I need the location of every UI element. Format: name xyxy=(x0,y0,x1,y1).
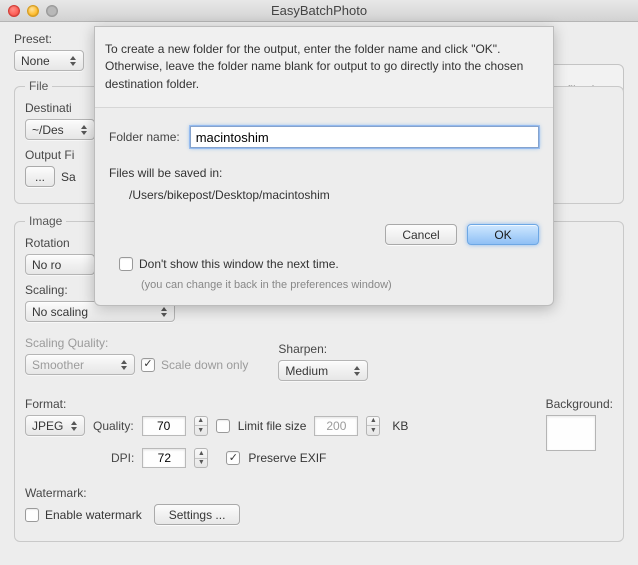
saved-in-path: /Users/bikepost/Desktop/macintoshim xyxy=(109,188,539,202)
output-tail: Sa xyxy=(61,170,76,184)
enable-watermark-checkbox[interactable] xyxy=(25,508,39,522)
limit-unit: KB xyxy=(392,419,408,433)
file-legend: File xyxy=(25,79,52,93)
preserve-exif-label: Preserve EXIF xyxy=(248,451,326,465)
dpi-label: DPI: xyxy=(111,451,134,465)
scaling-value: No scaling xyxy=(32,305,88,319)
ok-button[interactable]: OK xyxy=(467,224,539,245)
folder-name-label: Folder name: xyxy=(109,130,180,144)
format-value: JPEG xyxy=(32,419,63,433)
quality-input[interactable] xyxy=(142,416,186,436)
rotation-select[interactable]: No ro xyxy=(25,254,95,275)
quality-label: Quality: xyxy=(93,419,134,433)
limit-file-size-checkbox[interactable] xyxy=(216,419,230,433)
preset-value: None xyxy=(21,54,50,68)
image-legend: Image xyxy=(25,214,66,228)
output-browse-button[interactable]: ... xyxy=(25,166,55,187)
rotation-value: No ro xyxy=(32,258,61,272)
scale-down-only-label: Scale down only xyxy=(161,358,248,372)
destination-value: ~/Des xyxy=(32,123,64,137)
scaling-quality-select: Smoother xyxy=(25,354,135,375)
folder-name-input[interactable] xyxy=(190,126,539,148)
limit-size-stepper: ▲▼ xyxy=(366,416,380,436)
quality-stepper[interactable]: ▲▼ xyxy=(194,416,208,436)
dont-show-checkbox[interactable] xyxy=(119,257,133,271)
watermark-settings-button[interactable]: Settings ... xyxy=(154,504,241,525)
format-select[interactable]: JPEG xyxy=(25,415,85,436)
enable-watermark-label: Enable watermark xyxy=(45,508,142,522)
dont-show-sublabel: (you can change it back in the preferenc… xyxy=(119,279,539,291)
background-swatch[interactable] xyxy=(546,415,596,451)
scaling-quality-value: Smoother xyxy=(32,358,84,372)
sharpen-select[interactable]: Medium xyxy=(278,360,368,381)
destination-select[interactable]: ~/Des xyxy=(25,119,95,140)
preset-select[interactable]: None xyxy=(14,50,84,71)
sheet-hint: To create a new folder for the output, e… xyxy=(95,27,553,108)
format-label: Format: xyxy=(25,397,516,411)
window-title: EasyBatchPhoto xyxy=(0,3,638,18)
watermark-label: Watermark: xyxy=(25,486,613,500)
dont-show-label: Don't show this window the next time. xyxy=(139,257,339,271)
sharpen-label: Sharpen: xyxy=(278,342,368,356)
preserve-exif-checkbox[interactable] xyxy=(226,451,240,465)
cancel-button[interactable]: Cancel xyxy=(385,224,457,245)
sharpen-value: Medium xyxy=(285,364,328,378)
limit-file-size-label: Limit file size xyxy=(238,419,307,433)
scale-down-only-checkbox xyxy=(141,358,155,372)
titlebar: EasyBatchPhoto xyxy=(0,0,638,22)
scaling-quality-label: Scaling Quality: xyxy=(25,336,248,350)
limit-size-input xyxy=(314,416,358,436)
dpi-stepper[interactable]: ▲▼ xyxy=(194,448,208,468)
saved-in-label: Files will be saved in: xyxy=(109,166,539,180)
background-label: Background: xyxy=(546,397,613,411)
new-folder-sheet: To create a new folder for the output, e… xyxy=(94,26,554,306)
dpi-input[interactable] xyxy=(142,448,186,468)
